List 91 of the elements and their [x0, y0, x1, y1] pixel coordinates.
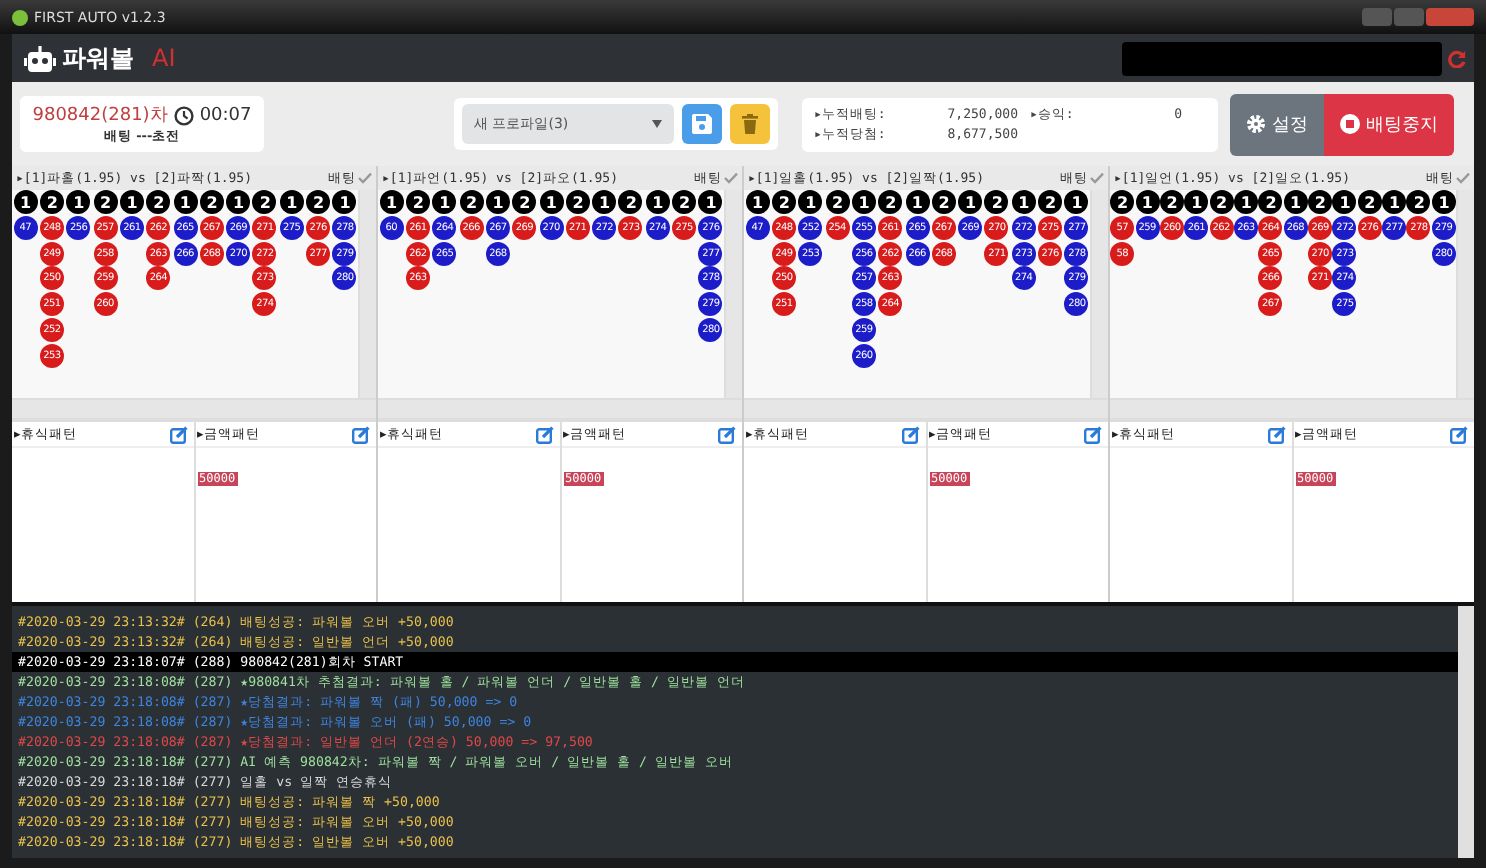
column-header-ball: 1 [645, 190, 670, 214]
column-header-ball: 1 [1283, 190, 1308, 214]
settings-icon [1246, 114, 1266, 134]
edit-icon[interactable] [718, 425, 736, 443]
save-icon [692, 114, 712, 134]
column-header-ball: 2 [1258, 190, 1283, 214]
minimize-button[interactable] [1362, 8, 1392, 26]
column-header-ball: 2 [878, 190, 903, 214]
column-header-ball: 2 [931, 190, 956, 214]
column-header-ball: 1 [539, 190, 564, 214]
vertical-scrollbar[interactable] [1456, 190, 1474, 398]
edit-icon[interactable] [1084, 425, 1102, 443]
column-header-ball: 1 [1184, 190, 1209, 214]
close-button[interactable] [1426, 8, 1474, 26]
edit-icon[interactable] [352, 425, 370, 443]
caret-icon [652, 120, 662, 128]
column-header-ball: 1 [958, 190, 983, 214]
column-header-ball: 1 [1233, 190, 1258, 214]
column-header-ball: 2 [618, 190, 643, 214]
column-header-ball: 1 [379, 190, 404, 214]
edit-icon[interactable] [1450, 425, 1468, 443]
column-header-ball: 2 [459, 190, 484, 214]
column-header-ball: 1 [905, 190, 930, 214]
settings-button[interactable]: 설정 [1230, 93, 1324, 155]
clock-icon [173, 105, 194, 125]
column-header-ball: 2 [1159, 190, 1184, 214]
column-header-ball: 1 [1431, 190, 1456, 214]
app-name: 파워볼 [62, 41, 134, 75]
save-button[interactable] [682, 104, 722, 144]
column-header-ball: 1 [851, 190, 876, 214]
column-header-ball: 1 [432, 190, 457, 214]
column-header-ball: 1 [485, 190, 510, 214]
column-header-ball: 2 [252, 190, 277, 214]
column-header-ball: 1 [1135, 190, 1160, 214]
column-header-ball: 2 [984, 190, 1009, 214]
column-header-ball: 2 [93, 190, 118, 214]
column-header-ball: 2 [1209, 190, 1234, 214]
column-header-ball: 2 [306, 190, 331, 214]
column-header-ball: 1 [173, 190, 198, 214]
column-header-ball: 2 [405, 190, 430, 214]
column-header-ball: 1 [592, 190, 617, 214]
column-header-ball: 2 [512, 190, 537, 214]
column-header-ball: 1 [698, 190, 723, 214]
horizontal-scrollbar[interactable] [378, 398, 742, 418]
column-header-ball: 2 [825, 190, 850, 214]
app-icon [12, 9, 28, 25]
column-header-ball: 2 [146, 190, 171, 214]
column-header-ball: 1 [1382, 190, 1407, 214]
column-header-ball: 2 [1038, 190, 1063, 214]
column-header-ball: 1 [279, 190, 304, 214]
horizontal-scrollbar[interactable] [744, 398, 1108, 418]
column-header-ball: 1 [226, 190, 251, 214]
column-header-ball: 1 [66, 190, 91, 214]
stop-icon [1340, 114, 1360, 134]
vertical-scrollbar[interactable] [1090, 190, 1108, 398]
horizontal-scrollbar[interactable] [1110, 398, 1474, 418]
round-number: 980842(281)차 [32, 104, 168, 128]
column-header-ball: 2 [39, 190, 64, 214]
vertical-scrollbar[interactable] [724, 190, 742, 398]
column-header-ball: 2 [565, 190, 590, 214]
maximize-button[interactable] [1394, 8, 1424, 26]
column-header-ball: 2 [672, 190, 697, 214]
timer: 00:07 [199, 105, 252, 125]
column-header-ball: 2 [1406, 190, 1431, 214]
column-header-ball: 1 [13, 190, 38, 214]
edit-icon[interactable] [901, 425, 919, 443]
text-field[interactable] [1122, 41, 1442, 75]
robot-icon [24, 45, 56, 71]
refresh-icon[interactable] [1448, 49, 1466, 67]
edit-icon[interactable] [169, 425, 187, 443]
edit-icon[interactable] [535, 425, 553, 443]
column-header-ball: 1 [332, 190, 357, 214]
vertical-scrollbar[interactable] [358, 190, 376, 398]
column-header-ball: 1 [1064, 190, 1089, 214]
edit-icon[interactable] [1267, 425, 1285, 443]
column-header-ball: 1 [1011, 190, 1036, 214]
column-header-ball: 1 [745, 190, 770, 214]
trash-icon [742, 114, 758, 134]
column-header-ball: 1 [798, 190, 823, 214]
horizontal-scrollbar[interactable] [12, 398, 376, 418]
column-header-ball: 2 [1357, 190, 1382, 214]
column-header-ball: 1 [1332, 190, 1357, 214]
ai-label: AI [152, 44, 176, 72]
column-header-ball: 2 [1308, 190, 1333, 214]
delete-button[interactable] [730, 104, 770, 144]
column-header-ball: 2 [1110, 190, 1135, 214]
stop-button[interactable]: 배팅중지 [1324, 93, 1454, 155]
column-header-ball: 2 [771, 190, 796, 214]
vertical-scrollbar[interactable] [1458, 606, 1474, 858]
column-header-ball: 1 [119, 190, 144, 214]
column-header-ball: 2 [199, 190, 224, 214]
